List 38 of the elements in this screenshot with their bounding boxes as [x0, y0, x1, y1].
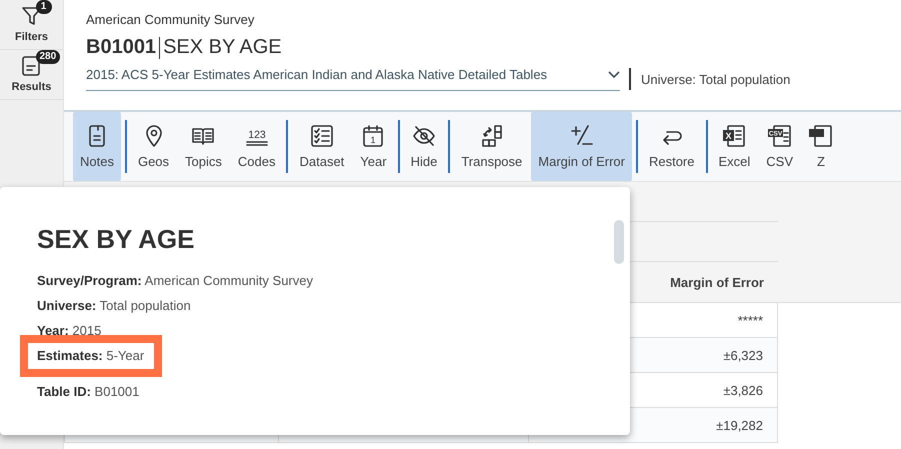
table-title: SEX BY AGE [163, 36, 282, 59]
toolbar-button[interactable]: Topics [178, 112, 229, 181]
toolbar-button[interactable]: Hide [404, 112, 444, 181]
chevron-icon [608, 70, 620, 78]
toolbar-button[interactable]: Margin of Error [531, 112, 632, 181]
rail-label: Filters [14, 31, 48, 43]
plus-minus-icon [570, 124, 594, 148]
toolbar-button[interactable]: 123 Codes [230, 112, 282, 181]
detail-line: Survey/Program: American Community Survey [37, 273, 313, 288]
column-header: Margin of Error [669, 274, 765, 292]
transpose-icon [480, 124, 504, 148]
detail-line: Universe: Total population [37, 298, 191, 313]
dataset-dropdown[interactable]: 2015: ACS 5-Year Estimates American Indian and Alaska Native Detailed Tables [86, 67, 620, 91]
toolbar-button[interactable]: Geos [130, 112, 176, 181]
rail-item[interactable]: 1 Filters [0, 0, 63, 50]
universe-label: Universe: Total population [641, 72, 790, 86]
detail-line: Year: 2015 [37, 323, 102, 338]
toolbar-button[interactable]: Dataset [292, 112, 352, 181]
detail-line: Table ID: B01001 [37, 384, 140, 399]
rail-label: Results [12, 81, 52, 93]
table-id: B01001 [86, 36, 156, 59]
count-badge: 1 [36, 0, 52, 14]
zip-file-icon [809, 124, 834, 148]
survey-name: American Community Survey [86, 12, 256, 27]
checklist-icon [310, 124, 334, 148]
popup-title: SEX BY AGE [37, 223, 194, 255]
count-badge: 280 [36, 50, 60, 64]
toolbar-button[interactable]: Z [802, 112, 840, 181]
toolbar-button[interactable]: Transpose [454, 112, 530, 181]
detail-line: Estimates: 5-Year [37, 348, 144, 363]
toolbar-button[interactable]: X Excel [712, 112, 758, 181]
scrollbar-thumb[interactable] [614, 220, 624, 264]
calendar-icon: 1 [361, 124, 386, 148]
toolbar-button[interactable]: Notes [73, 112, 121, 181]
toolbar-button[interactable]: 1 Year [353, 112, 394, 181]
toolbar-button[interactable]: Restore [642, 112, 702, 181]
eye-slash-icon [412, 124, 436, 148]
rail-item[interactable]: 280 Results [0, 50, 63, 100]
